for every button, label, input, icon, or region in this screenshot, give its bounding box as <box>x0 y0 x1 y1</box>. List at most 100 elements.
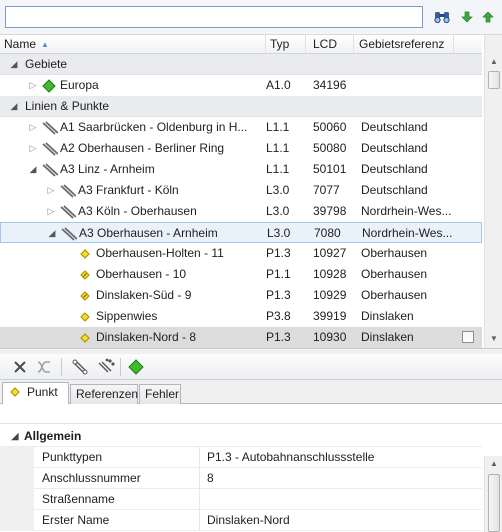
tree-row-name: A3 Köln - Oberhausen <box>78 204 197 218</box>
tree-row[interactable]: ▷ A3 Köln - Oberhausen L3.0 39798 Nordrhein-… <box>0 201 482 222</box>
tree-row[interactable]: ◢ A3 Oberhausen - Arnheim L3.0 7080 Nordrhei… <box>0 222 482 243</box>
property-row[interactable]: Punkttypen P1.3 - Autobahnanschlussstelle <box>0 447 482 468</box>
property-name: Erster Name <box>42 510 200 531</box>
tree-row-name: A3 Linz - Arnheim <box>60 162 155 176</box>
scroll-down-icon[interactable]: ▼ <box>487 331 501 347</box>
area-add-icon[interactable] <box>126 357 146 377</box>
tree-row[interactable]: Oberhausen-Holten - 11 P1.3 10927 Oberhause… <box>0 243 482 264</box>
edit-toolbar <box>0 354 502 380</box>
split-icon[interactable] <box>34 357 54 377</box>
tree-row[interactable]: ◢ A3 Linz - Arnheim L1.1 50101 Deutschland <box>0 159 482 180</box>
tree-row[interactable]: ▷ Europa A1.0 34196 <box>0 75 482 96</box>
tree-row-lcd: 50060 <box>313 120 347 134</box>
road-icon <box>60 184 77 198</box>
property-vertical-scrollbar[interactable]: ▲ <box>484 456 502 532</box>
tree-row-lcd: 10927 <box>313 246 347 260</box>
column-header-name[interactable]: Name ▲ <box>0 35 266 54</box>
property-row[interactable]: Erster Name Dinslaken-Nord <box>0 510 482 531</box>
arrow-up-icon[interactable] <box>480 9 496 25</box>
tree-row[interactable]: Oberhausen - 10 P1.1 10928 Oberhausen <box>0 264 482 285</box>
point-icon <box>78 247 92 261</box>
tree-row-lcd: 7077 <box>313 183 340 197</box>
collapse-arrow-icon[interactable]: ◢ <box>10 426 20 447</box>
tree-rows: ◢ Gebiete ▷ Europa A1.0 34196 ◢ Linien & Punkte… <box>0 54 482 348</box>
tree-row-typ: L3.0 <box>267 226 291 240</box>
tree-row-geo: Oberhausen <box>361 246 428 260</box>
road-icon <box>60 205 77 219</box>
tab-punkt[interactable]: Punkt <box>2 382 69 405</box>
row-checkbox[interactable] <box>462 331 474 343</box>
route-multi-icon[interactable] <box>96 357 116 377</box>
road-icon <box>61 227 78 241</box>
column-header-lcd[interactable]: LCD <box>306 35 354 54</box>
column-header-geo[interactable]: Gebietsreferenz <box>354 35 454 54</box>
property-value[interactable]: P1.3 - Autobahnanschlussstelle <box>207 447 374 468</box>
collapse-arrow-icon[interactable]: ◢ <box>9 96 19 117</box>
column-header-typ[interactable]: Typ <box>266 35 306 54</box>
tree-row-geo: Oberhausen <box>361 267 428 281</box>
tree-row-lcd: 7080 <box>314 226 341 240</box>
arrow-down-icon[interactable] <box>459 9 475 25</box>
tree-row-name: Sippenwies <box>96 309 158 323</box>
tree-group-row[interactable]: ◢ Gebiete <box>0 54 482 75</box>
delete-icon[interactable] <box>10 357 30 377</box>
tree-row[interactable]: ▷ A1 Saarbrücken - Oldenburg in H... L1.1 5… <box>0 117 482 138</box>
tab-label: Fehler <box>145 387 180 401</box>
property-row[interactable]: Straßenname <box>0 489 482 510</box>
tree-row-typ: P1.3 <box>266 330 291 344</box>
tree-row-typ: L3.0 <box>266 183 290 197</box>
collapse-arrow-icon[interactable]: ◢ <box>9 54 19 75</box>
scrollbar-thumb[interactable] <box>488 474 500 532</box>
area-icon <box>42 79 56 93</box>
point-icon <box>78 310 92 324</box>
expand-arrow-icon[interactable]: ▷ <box>46 180 56 201</box>
expand-arrow-icon[interactable]: ▷ <box>28 75 38 96</box>
tree-row-typ: P3.8 <box>266 309 291 323</box>
tree-row[interactable]: Dinslaken-Nord - 8 P1.3 10930 Dinslaken <box>0 327 482 348</box>
collapse-arrow-icon[interactable]: ◢ <box>28 159 38 180</box>
toolbar-separator <box>61 358 62 376</box>
tree-row-geo: Deutschland <box>361 120 428 134</box>
tree-row-lcd: 39919 <box>313 309 347 323</box>
route-link-icon[interactable] <box>70 357 90 377</box>
location-tree-grid: Name ▲ Typ LCD Gebietsreferenz ◢ Gebiete ▷ E… <box>0 35 502 349</box>
tab-label: Punkt <box>27 385 58 399</box>
expand-arrow-icon[interactable]: ▷ <box>46 201 56 222</box>
property-gutter <box>0 447 34 468</box>
road-icon <box>42 142 59 156</box>
junction-icon <box>78 289 92 303</box>
property-row[interactable]: Anschlussnummer 8 <box>0 468 482 489</box>
scroll-up-icon[interactable]: ▲ <box>487 456 501 472</box>
tab-fehler[interactable]: Fehler <box>139 384 181 404</box>
tree-row-typ: P1.1 <box>266 267 291 281</box>
scroll-up-icon[interactable]: ▲ <box>487 54 501 70</box>
junction-icon <box>78 268 92 282</box>
tab-referenzen[interactable]: Referenzen <box>70 384 138 404</box>
tree-row[interactable]: ▷ A3 Frankfurt - Köln L3.0 7077 Deutschland <box>0 180 482 201</box>
collapse-arrow-icon[interactable]: ◢ <box>47 223 57 244</box>
property-value[interactable]: 8 <box>207 468 214 489</box>
tree-group-row[interactable]: ◢ Linien & Punkte <box>0 96 482 117</box>
binoculars-icon[interactable] <box>434 9 450 25</box>
tree-row[interactable]: Dinslaken-Süd - 9 P1.3 10929 Oberhausen <box>0 285 482 306</box>
expand-arrow-icon[interactable]: ▷ <box>28 138 38 159</box>
road-icon <box>42 121 59 135</box>
tree-row-name: A3 Frankfurt - Köln <box>78 183 179 197</box>
tree-row[interactable]: ▷ A2 Oberhausen - Berliner Ring L1.1 50080 D… <box>0 138 482 159</box>
search-input[interactable] <box>5 6 423 28</box>
tree-row-typ: A1.0 <box>266 78 291 92</box>
tree-row-typ: P1.3 <box>266 288 291 302</box>
property-value[interactable]: Dinslaken-Nord <box>207 510 290 531</box>
tree-row-typ: L1.1 <box>266 162 290 176</box>
tree-group-label: Linien & Punkte <box>25 99 110 113</box>
tree-row[interactable]: Sippenwies P3.8 39919 Dinslaken <box>0 306 482 327</box>
property-gutter <box>0 510 34 531</box>
tree-row-name: Europa <box>60 78 99 92</box>
search-toolbar <box>0 0 502 35</box>
scrollbar-thumb[interactable] <box>488 71 500 89</box>
tree-row-geo: Oberhausen <box>361 288 428 302</box>
expand-arrow-icon[interactable]: ▷ <box>28 117 38 138</box>
tree-row-lcd: 50080 <box>313 141 347 155</box>
tree-vertical-scrollbar[interactable]: ▲ ▼ <box>484 35 502 348</box>
property-category-row[interactable]: ◢ Allgemein <box>0 426 482 447</box>
